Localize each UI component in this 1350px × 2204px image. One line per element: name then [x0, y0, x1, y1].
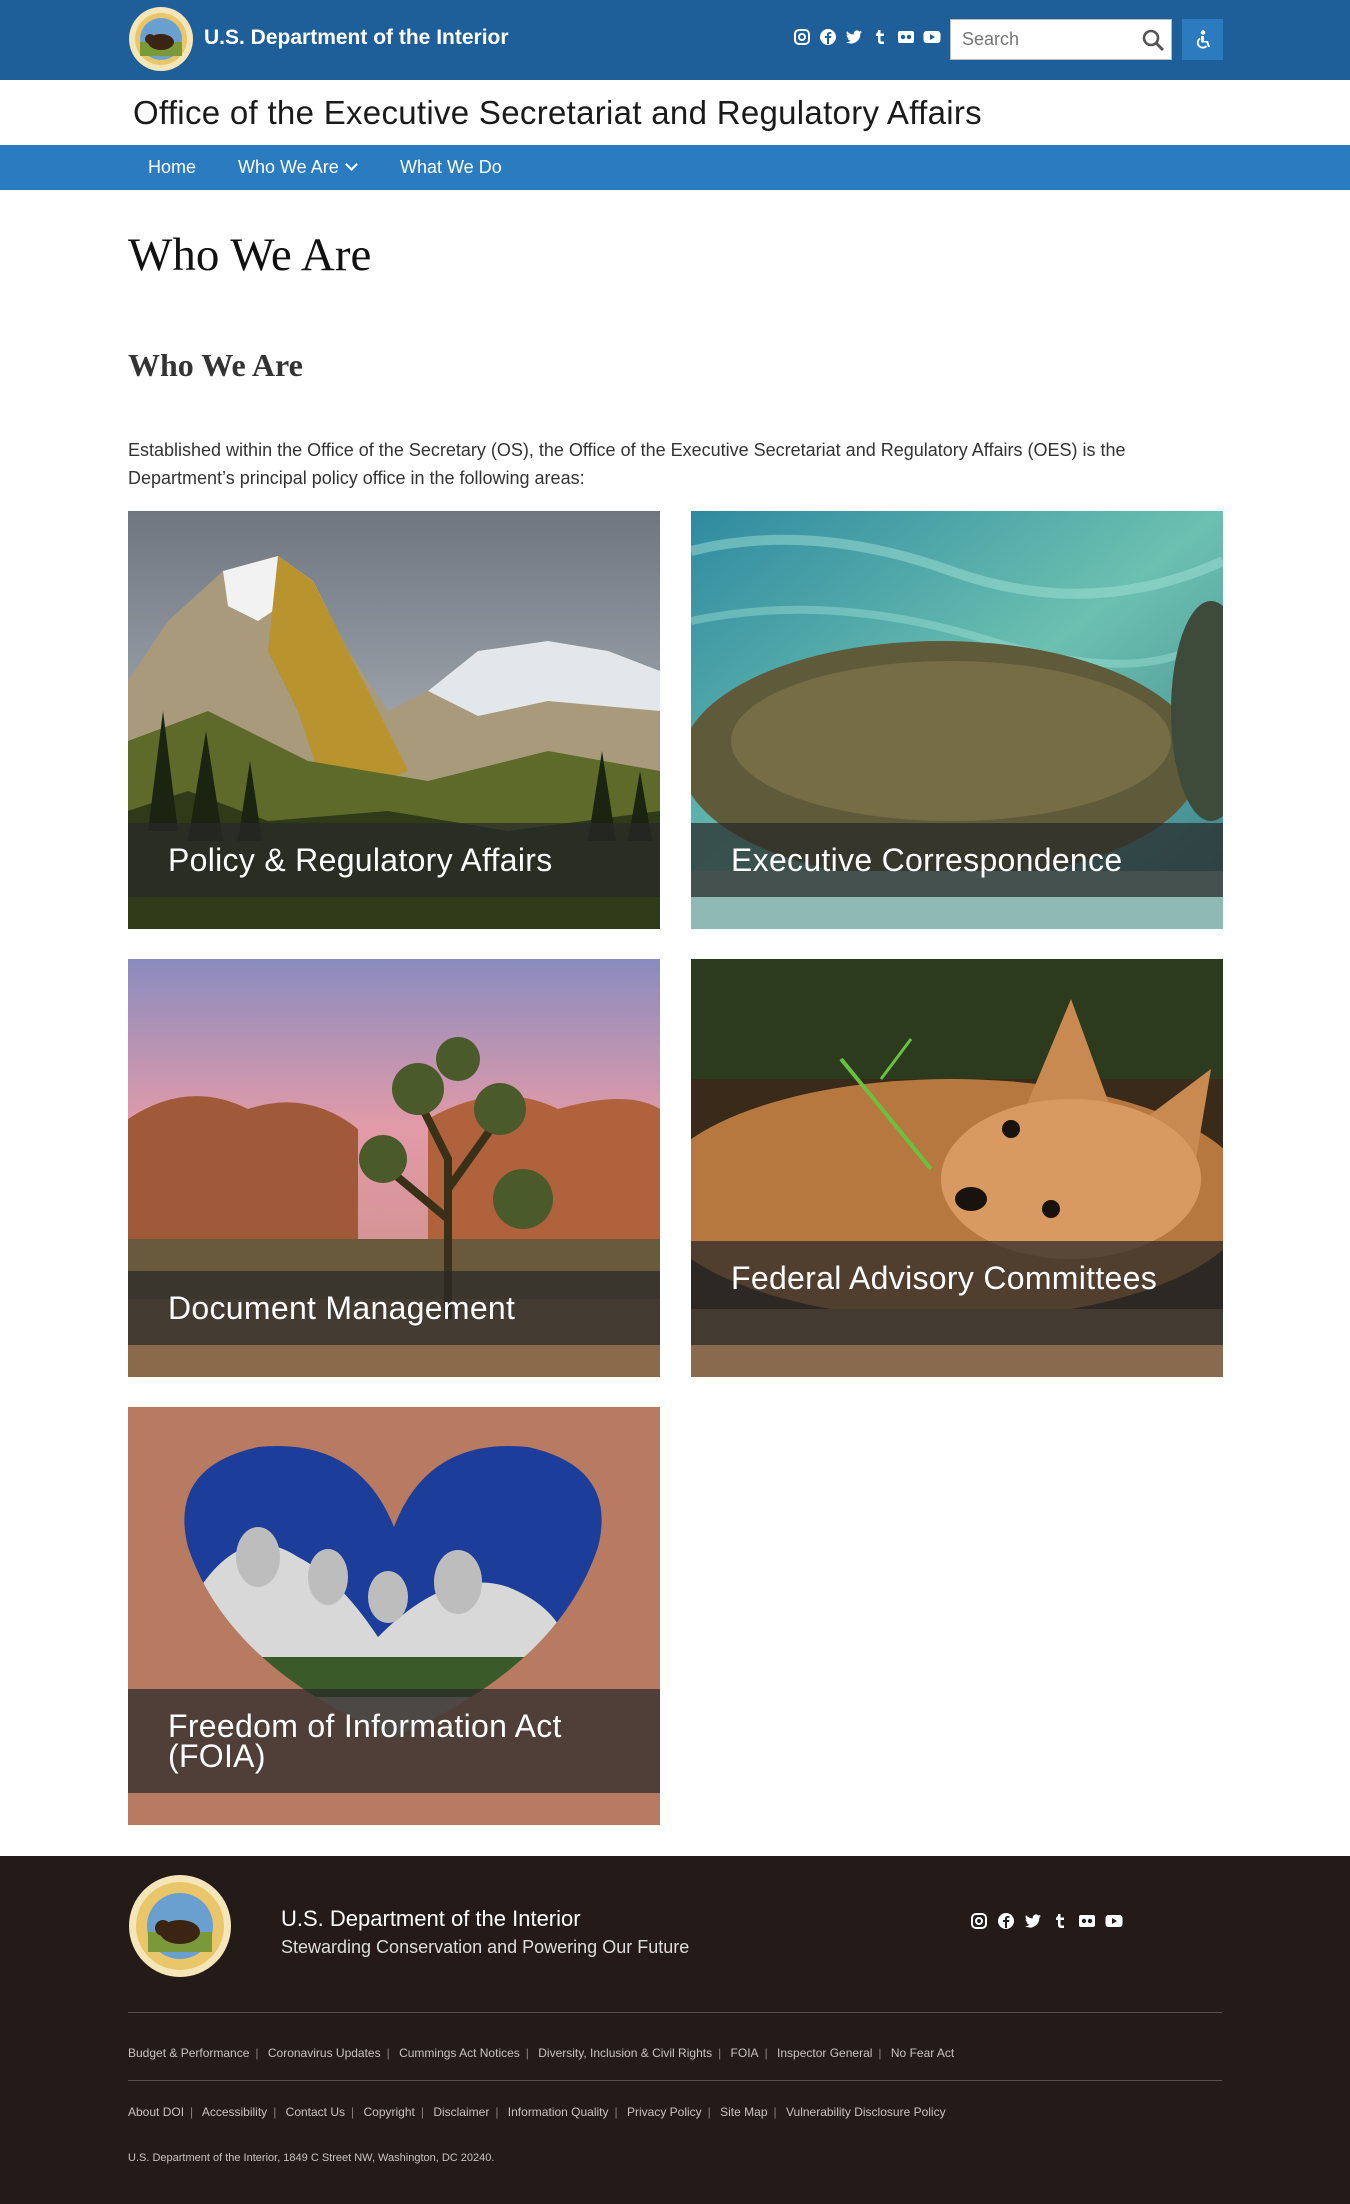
- chevron-down-icon: [344, 158, 358, 171]
- footer-links-row1: Budget & Performance | Coronavirus Update…: [128, 2046, 954, 2060]
- doi-seal-logo[interactable]: [128, 6, 194, 72]
- doi-seal-logo[interactable]: [128, 1874, 232, 1978]
- footer-link-information-quality[interactable]: Information Quality: [508, 2105, 609, 2119]
- footer-dept-name: U.S. Department of the Interior: [281, 1906, 581, 1931]
- footer-link-cummings-act[interactable]: Cummings Act Notices: [399, 2046, 520, 2060]
- divider: |: [420, 2105, 424, 2119]
- footer-link-coronavirus-updates[interactable]: Coronavirus Updates: [268, 2046, 381, 2060]
- footer-link-disclaimer[interactable]: Disclaimer: [433, 2105, 489, 2119]
- nav-who-we-are[interactable]: Who We Are: [238, 157, 358, 178]
- divider: |: [614, 2105, 618, 2119]
- footer-link-inspector-general[interactable]: Inspector General: [777, 2046, 872, 2060]
- footer-link-diversity[interactable]: Diversity, Inclusion & Civil Rights: [538, 2046, 712, 2060]
- main-nav: Home Who We Are What We Do: [0, 145, 1350, 190]
- footer-links-row2: About DOI | Accessibility | Contact Us | Co…: [128, 2105, 946, 2119]
- nav-who-we-are-label: Who We Are: [238, 157, 339, 177]
- divider: |: [773, 2105, 777, 2119]
- footer-link-contact-us[interactable]: Contact Us: [286, 2105, 345, 2119]
- youtube-icon[interactable]: [923, 28, 941, 46]
- facebook-icon[interactable]: [997, 1912, 1015, 1930]
- divider: |: [386, 2046, 390, 2060]
- dept-name[interactable]: U.S. Department of the Interior: [204, 26, 509, 50]
- card-label: Federal Advisory Committees: [691, 1241, 1223, 1345]
- card-freedom-of-information-act[interactable]: Freedom of Information Act (FOIA): [128, 1407, 660, 1825]
- nav-home[interactable]: Home: [148, 157, 196, 178]
- divider: |: [190, 2105, 194, 2119]
- footer-link-about-doi[interactable]: About DOI: [128, 2105, 184, 2119]
- section-title: Who We Are: [128, 347, 303, 383]
- facebook-icon[interactable]: [819, 28, 837, 46]
- footer-divider: [128, 2080, 1222, 2081]
- social-links-top: [793, 28, 941, 46]
- youtube-icon[interactable]: [1105, 1912, 1123, 1930]
- divider: |: [764, 2046, 768, 2060]
- card-label: Executive Correspondence: [691, 823, 1223, 897]
- divider: |: [878, 2046, 882, 2060]
- divider: |: [707, 2105, 711, 2119]
- footer-link-vulnerability-disclosure[interactable]: Vulnerability Disclosure Policy: [786, 2105, 946, 2119]
- top-bar: U.S. Department of the Interior: [0, 0, 1350, 80]
- footer-link-budget-performance[interactable]: Budget & Performance: [128, 2046, 249, 2060]
- social-links-footer: [970, 1912, 1123, 1930]
- nav-what-we-do[interactable]: What We Do: [400, 157, 502, 178]
- card-policy-regulatory-affairs[interactable]: Policy & Regulatory Affairs: [128, 511, 660, 929]
- flickr-icon[interactable]: [897, 28, 915, 46]
- divider: |: [255, 2046, 259, 2060]
- divider: |: [525, 2046, 529, 2060]
- office-title-bar: Office of the Executive Secretariat and …: [0, 80, 1350, 145]
- divider: |: [495, 2105, 499, 2119]
- office-title[interactable]: Office of the Executive Secretariat and …: [133, 94, 982, 132]
- accessibility-button[interactable]: [1182, 19, 1223, 60]
- divider: |: [273, 2105, 277, 2119]
- footer-link-accessibility[interactable]: Accessibility: [202, 2105, 267, 2119]
- card-label: Policy & Regulatory Affairs: [128, 823, 660, 897]
- twitter-icon[interactable]: [845, 28, 863, 46]
- flickr-icon[interactable]: [1078, 1912, 1096, 1930]
- card-document-management[interactable]: Document Management: [128, 959, 660, 1377]
- card-label: Document Management: [128, 1271, 660, 1345]
- card-federal-advisory-committees[interactable]: Federal Advisory Committees: [691, 959, 1223, 1377]
- footer-divider: [128, 2012, 1222, 2013]
- tumblr-icon[interactable]: [871, 28, 889, 46]
- card-label: Freedom of Information Act (FOIA): [128, 1689, 660, 1793]
- footer-address: U.S. Department of the Interior, 1849 C …: [128, 2152, 495, 2164]
- instagram-icon[interactable]: [970, 1912, 988, 1930]
- footer-link-copyright[interactable]: Copyright: [363, 2105, 414, 2119]
- footer-link-privacy-policy[interactable]: Privacy Policy: [627, 2105, 702, 2119]
- divider: |: [351, 2105, 355, 2119]
- footer-link-foia[interactable]: FOIA: [731, 2046, 759, 2060]
- page-title: Who We Are: [128, 229, 372, 281]
- tumblr-icon[interactable]: [1051, 1912, 1069, 1930]
- search-box: [950, 19, 1172, 60]
- instagram-icon[interactable]: [793, 28, 811, 46]
- footer-link-no-fear-act[interactable]: No Fear Act: [891, 2046, 954, 2060]
- divider: |: [718, 2046, 722, 2060]
- card-executive-correspondence[interactable]: Executive Correspondence: [691, 511, 1223, 929]
- search-input[interactable]: [951, 20, 1131, 59]
- footer-tagline: Stewarding Conservation and Powering Our…: [281, 1937, 690, 1957]
- intro-text: Established within the Office of the Sec…: [128, 440, 1126, 488]
- twitter-icon[interactable]: [1024, 1912, 1042, 1930]
- footer-link-site-map[interactable]: Site Map: [720, 2105, 767, 2119]
- accessibility-icon: [1196, 29, 1210, 48]
- search-icon[interactable]: [1141, 28, 1165, 52]
